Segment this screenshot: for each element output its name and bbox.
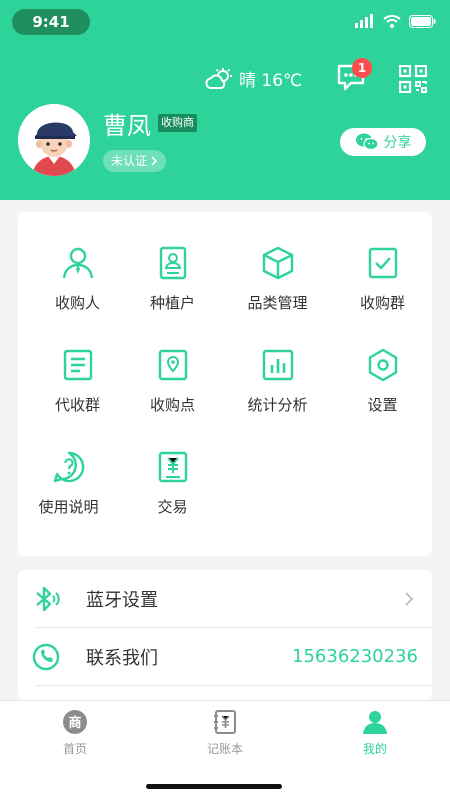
- tab-home[interactable]: 商 首页: [0, 709, 150, 757]
- grid-item-label: 收购人: [54, 294, 100, 312]
- grid-item-category[interactable]: 品类管理: [226, 246, 329, 313]
- person-icon: [62, 247, 93, 279]
- bluetooth-settings-label: 蓝牙设置: [86, 589, 158, 611]
- avatar[interactable]: [18, 104, 90, 176]
- profile-header: 9:41 晴 16℃ 1 曹凤 收购商 未认证 分享: [0, 0, 450, 200]
- battery-icon: [409, 14, 436, 28]
- grid-item-label: 使用说明: [38, 498, 99, 516]
- grid-item-purchase-point[interactable]: 收购点: [121, 348, 224, 415]
- location-pin-icon: [158, 349, 187, 381]
- verify-status-label: 未认证: [111, 154, 148, 168]
- qr-code-icon[interactable]: [399, 65, 427, 93]
- bar-chart-icon: [262, 349, 293, 381]
- grid-item-buyer[interactable]: 收购人: [26, 246, 129, 313]
- share-button[interactable]: 分享: [340, 128, 426, 156]
- ledger-icon: [214, 710, 236, 734]
- grid-item-grower[interactable]: 种植户: [121, 246, 224, 313]
- chevron-right-icon: [151, 156, 158, 166]
- document-icon: [63, 349, 92, 381]
- partly-cloudy-icon: [205, 67, 232, 89]
- user-icon: [363, 711, 387, 734]
- wechat-icon: [355, 133, 379, 151]
- function-grid: 收购人 种植户 品类管理 收购群 代收群 收购点 统计分析 设置 使用说明 交易: [18, 212, 432, 556]
- status-time: 9:41: [12, 9, 90, 35]
- contact-us-row[interactable]: 联系我们 15636230236: [18, 628, 432, 685]
- grid-item-agent-group[interactable]: 代收群: [26, 348, 129, 415]
- home-indicator: [146, 784, 282, 789]
- phone-icon: [32, 643, 60, 670]
- status-bar: 9:41: [0, 0, 450, 44]
- bluetooth-icon: [36, 586, 60, 611]
- grid-item-label: 品类管理: [247, 294, 308, 312]
- settings-list: 蓝牙设置 联系我们 15636230236: [18, 570, 432, 700]
- chevron-right-icon: [405, 591, 414, 606]
- grid-item-label: 交易: [157, 498, 188, 516]
- grid-item-statistics[interactable]: 统计分析: [226, 348, 329, 415]
- id-card-icon: [159, 246, 186, 280]
- contact-us-label: 联系我们: [86, 647, 158, 669]
- grid-item-label: 种植户: [149, 294, 195, 312]
- tab-ledger[interactable]: 记账本: [150, 709, 300, 757]
- grid-item-label: 设置: [367, 396, 398, 414]
- box-icon: [262, 246, 293, 280]
- status-icons: [355, 14, 436, 28]
- grid-item-label: 收购点: [149, 396, 195, 414]
- contact-phone[interactable]: 15636230236: [292, 646, 418, 667]
- hexagon-gear-icon: [368, 348, 397, 382]
- shop-icon: 商: [63, 710, 87, 734]
- wifi-icon: [383, 15, 401, 28]
- grid-item-label: 代收群: [54, 396, 100, 414]
- signal-icon: [355, 14, 373, 28]
- verify-status-button[interactable]: 未认证: [103, 150, 167, 172]
- help-bubble-icon: [53, 451, 84, 483]
- share-label: 分享: [383, 135, 412, 151]
- user-role-tag: 收购商: [158, 114, 197, 132]
- check-square-icon: [368, 247, 397, 279]
- divider: [36, 685, 432, 686]
- bluetooth-settings-row[interactable]: 蓝牙设置: [18, 570, 432, 627]
- grid-item-label: 统计分析: [247, 396, 308, 414]
- tab-label: 首页: [62, 742, 87, 756]
- weather-widget: 晴 16℃: [205, 66, 302, 91]
- user-name: 曹凤: [103, 112, 151, 140]
- grid-item-transaction[interactable]: 交易: [121, 450, 224, 517]
- message-badge: 1: [352, 58, 372, 78]
- tab-label: 我的: [362, 742, 387, 756]
- grid-item-label: 收购群: [359, 294, 405, 312]
- svg-text:商: 商: [68, 715, 81, 731]
- avatar-cartoon-icon: [18, 104, 90, 176]
- weather-text: 晴 16℃: [239, 71, 303, 91]
- yen-receipt-icon: [158, 451, 187, 483]
- grid-item-instructions[interactable]: 使用说明: [17, 450, 120, 517]
- tab-label: 记账本: [206, 742, 243, 756]
- tab-mine[interactable]: 我的: [300, 709, 450, 757]
- grid-item-settings[interactable]: 设置: [331, 348, 434, 415]
- grid-item-group[interactable]: 收购群: [331, 246, 434, 313]
